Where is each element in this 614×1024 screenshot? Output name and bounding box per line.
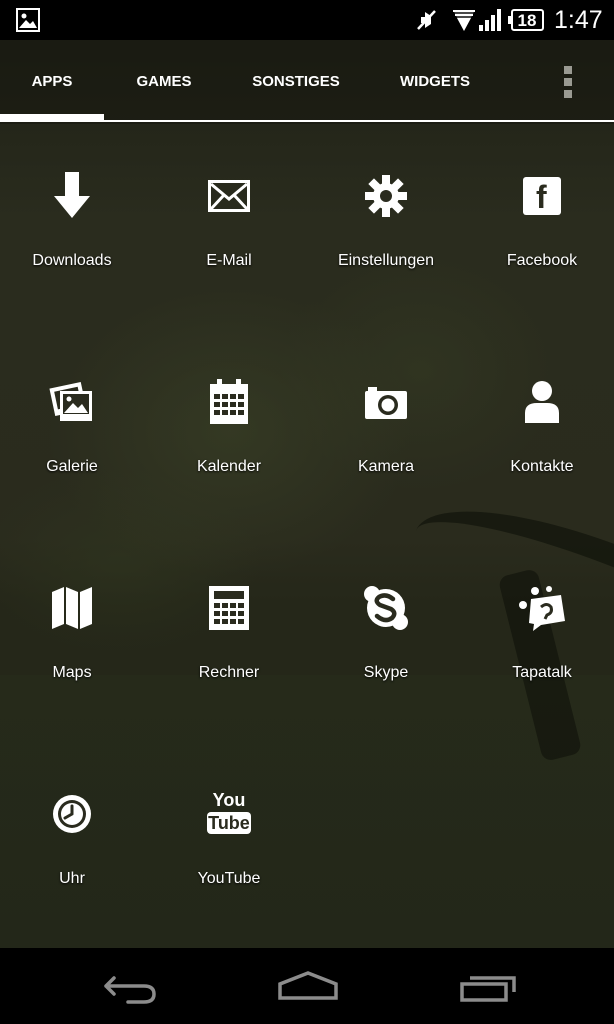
- signal-icon: [479, 9, 501, 31]
- tab-bar: APPS GAMES SONSTIGES WIDGETS: [0, 40, 614, 124]
- youtube-logo-you: You: [212, 790, 246, 810]
- app-label: E-Mail: [206, 252, 252, 269]
- app-uhr[interactable]: Uhr: [0, 784, 150, 954]
- app-label: Facebook: [506, 252, 578, 269]
- app-label: Rechner: [198, 664, 260, 681]
- home-icon[interactable]: [268, 962, 348, 1010]
- tab-sonstiges[interactable]: SONSTIGES: [228, 40, 364, 124]
- battery-level: 18: [517, 11, 537, 30]
- tab-widgets[interactable]: WIDGETS: [374, 40, 496, 124]
- tab-apps[interactable]: APPS: [0, 40, 104, 124]
- mute-icon: [417, 10, 436, 30]
- facebook-icon: f: [512, 166, 572, 226]
- tab-bar-divider: [0, 120, 614, 122]
- app-label: Uhr: [59, 870, 85, 887]
- map-icon: [42, 578, 102, 638]
- app-label: Galerie: [46, 458, 98, 475]
- camera-icon: [356, 372, 416, 432]
- wifi-icon: [453, 10, 475, 31]
- calculator-icon: [199, 578, 259, 638]
- download-icon: [42, 166, 102, 226]
- gear-icon: [356, 166, 416, 226]
- app-label: Kontakte: [510, 458, 574, 475]
- tab-games[interactable]: GAMES: [108, 40, 220, 124]
- tapatalk-icon: [512, 578, 572, 638]
- app-label: Tapatalk: [512, 664, 572, 681]
- contact-icon: [512, 372, 572, 432]
- app-tapatalk[interactable]: Tapatalk: [464, 578, 614, 748]
- app-label: Kalender: [196, 458, 262, 475]
- app-downloads[interactable]: Downloads: [0, 166, 150, 336]
- mail-icon: [199, 166, 259, 226]
- navigation-bar: [0, 948, 614, 1024]
- calendar-icon: [199, 372, 259, 432]
- app-maps[interactable]: Maps: [0, 578, 150, 748]
- status-bar: 18 1:47: [0, 0, 614, 40]
- facebook-letter: f: [536, 179, 547, 215]
- app-skype[interactable]: Skype: [308, 578, 464, 748]
- app-einstellungen[interactable]: Einstellungen: [308, 166, 464, 336]
- youtube-icon: You Tube: [199, 784, 259, 844]
- app-label: Downloads: [32, 252, 112, 269]
- youtube-logo-tube: Tube: [207, 812, 251, 834]
- gallery-icon: [42, 372, 102, 432]
- back-icon[interactable]: [88, 962, 168, 1010]
- overflow-menu-icon[interactable]: [552, 62, 584, 102]
- app-kontakte[interactable]: Kontakte: [464, 372, 614, 542]
- app-facebook[interactable]: f Facebook: [464, 166, 614, 336]
- recents-icon[interactable]: [448, 962, 528, 1010]
- app-galerie[interactable]: Galerie: [0, 372, 150, 542]
- app-label: Skype: [363, 664, 409, 681]
- status-time: 1:47: [554, 6, 603, 34]
- app-rechner[interactable]: Rechner: [151, 578, 307, 748]
- app-label: Einstellungen: [337, 252, 435, 269]
- app-email[interactable]: E-Mail: [151, 166, 307, 336]
- app-label: Kamera: [357, 458, 415, 475]
- app-youtube[interactable]: You Tube YouTube: [151, 784, 307, 954]
- app-label: YouTube: [197, 870, 261, 887]
- app-kalender[interactable]: Kalender: [151, 372, 307, 542]
- gallery-notification-icon: [16, 8, 40, 32]
- clock-icon: [42, 784, 102, 844]
- app-label: Maps: [52, 664, 92, 681]
- skype-icon: [356, 578, 416, 638]
- app-kamera[interactable]: Kamera: [308, 372, 464, 542]
